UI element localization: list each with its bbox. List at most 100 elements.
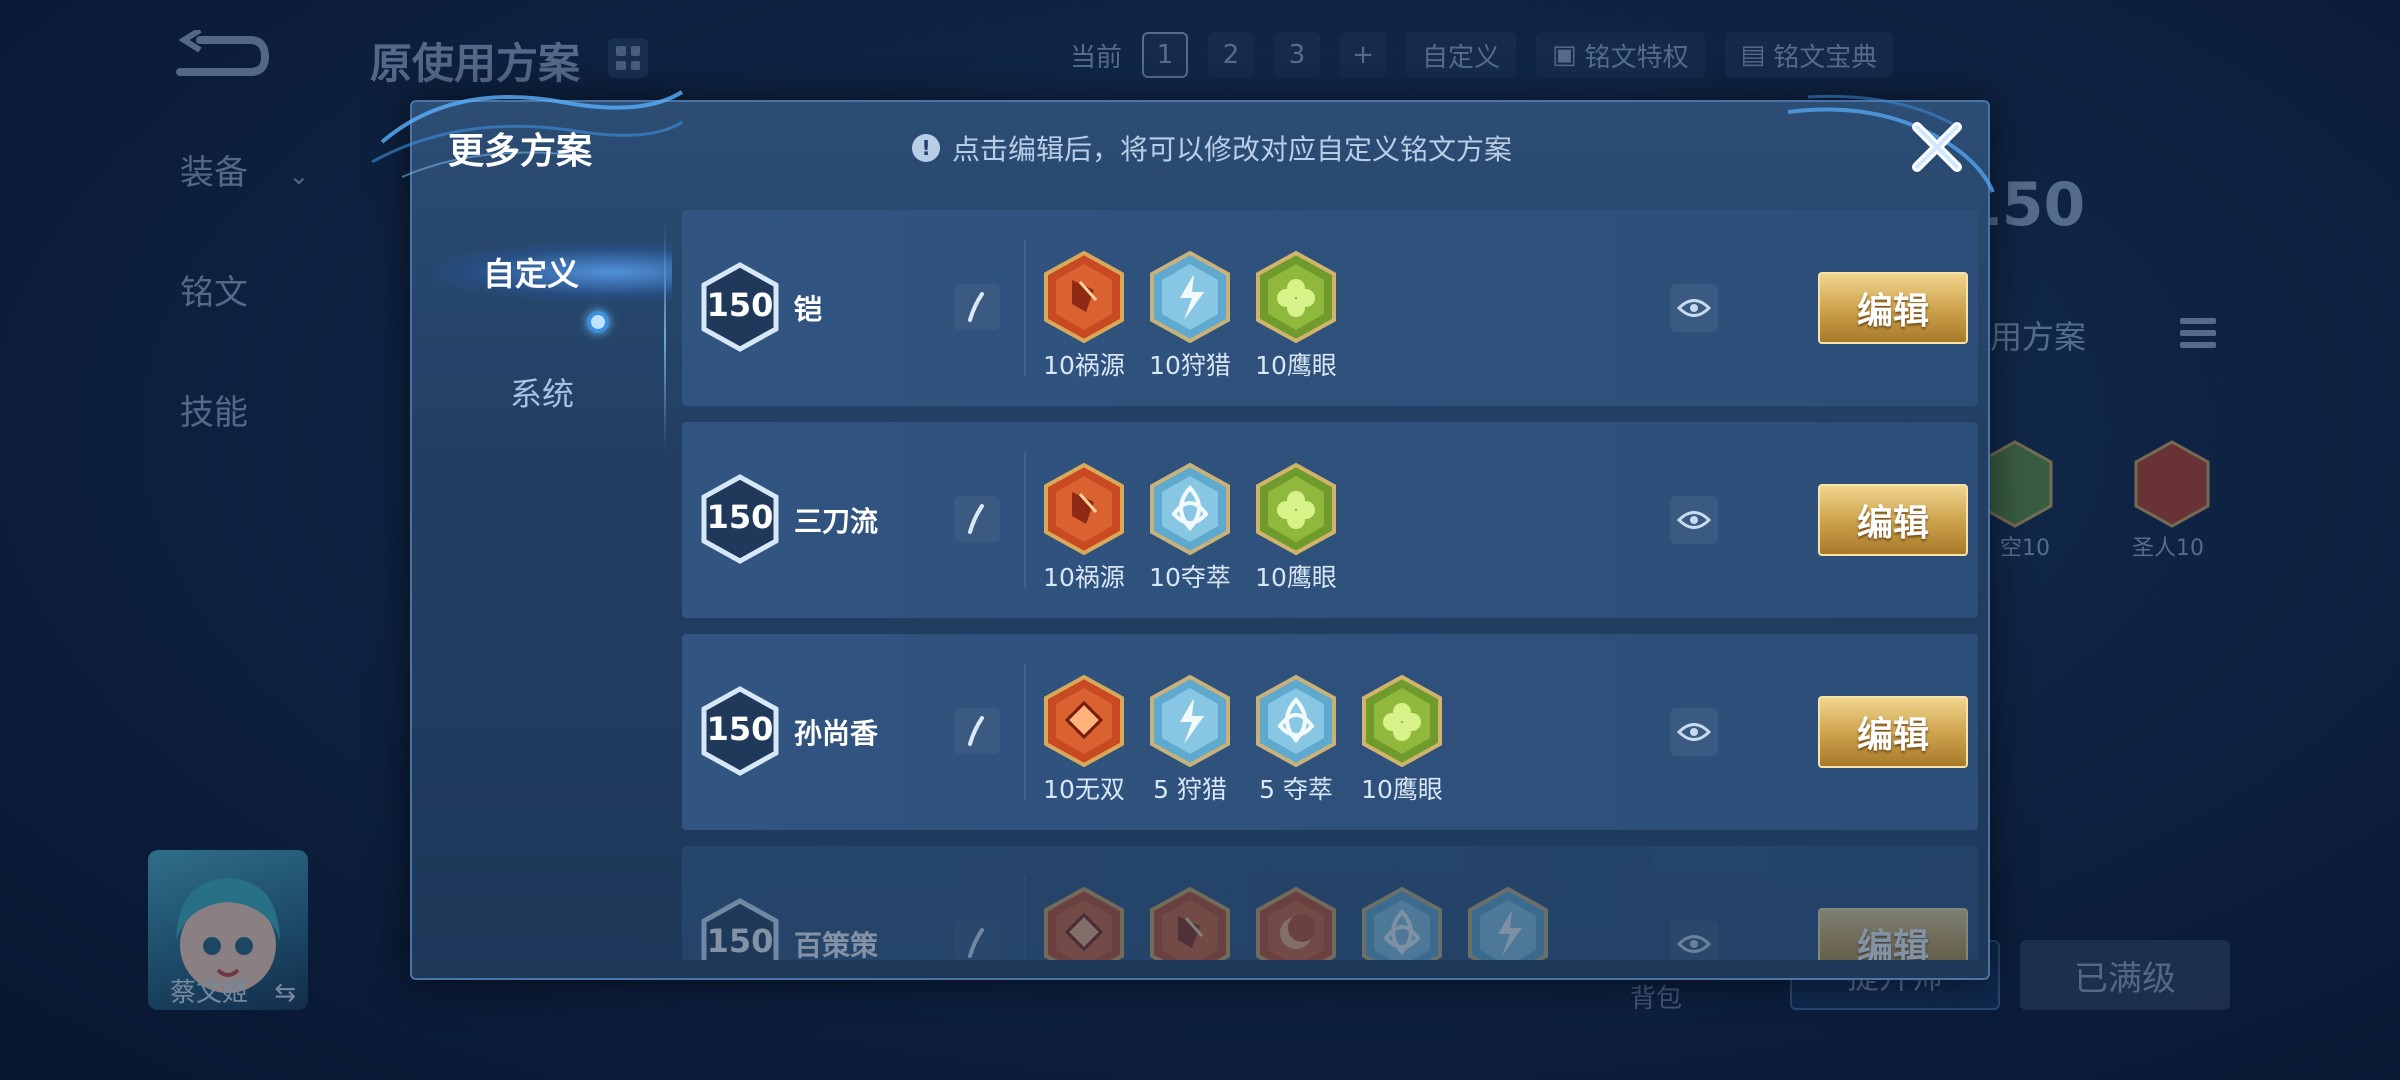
row-divider xyxy=(1024,664,1026,800)
rune-label: 10鹰眼 xyxy=(1255,563,1337,592)
rune-icon xyxy=(1466,886,1550,960)
preview-button[interactable] xyxy=(1670,284,1718,332)
side-item-label: 装备 xyxy=(180,153,248,193)
rune-icon xyxy=(2134,440,2210,528)
rune-item: 5 狩猎 xyxy=(1148,674,1232,806)
rune-icon xyxy=(1254,886,1338,960)
rune-label: 5 狩猎 xyxy=(1153,775,1227,804)
maxed-button[interactable]: 已满级 xyxy=(2020,940,2230,1010)
bg-rune-label: 空10 xyxy=(2000,536,2050,561)
plan-level: 150 xyxy=(706,922,774,960)
preview-button[interactable] xyxy=(1670,496,1718,544)
plan-name: 铠 xyxy=(794,293,823,326)
rune-item: 10祸源 xyxy=(1042,462,1126,594)
plan-row: 150 孙尚香 10无双 5 狩猎 5 夺萃 10鹰眼 编辑 xyxy=(682,634,1978,830)
row-divider xyxy=(1024,876,1026,960)
plan-list[interactable]: 150 铠 10祸源 10狩猎 10鹰眼 编辑 150 三刀流 10祸源 10夺… xyxy=(682,210,1978,960)
hint-text: 点击编辑后，将可以修改对应自定义铭文方案 xyxy=(952,133,1513,166)
plan-row: 150 百策策 编辑 xyxy=(682,846,1978,960)
rune-item xyxy=(1148,886,1232,960)
tab-custom[interactable]: 自定义 xyxy=(412,212,672,333)
guide-icon: ▤ xyxy=(1740,40,1766,70)
preview-button[interactable] xyxy=(1670,708,1718,756)
grid-icon[interactable] xyxy=(608,38,648,78)
add-plan-button[interactable]: + xyxy=(1340,32,1387,78)
rune-label: 10祸源 xyxy=(1043,563,1125,592)
rune-item: 10狩猎 xyxy=(1148,250,1232,382)
swap-icon[interactable]: ⇆ xyxy=(274,978,296,1008)
active-dot-icon xyxy=(587,311,609,333)
modal-hint: ! 点击编辑后，将可以修改对应自定义铭文方案 xyxy=(912,128,1512,168)
plan-tabs: 自定义 系统 xyxy=(412,212,672,452)
rune-label: 10祸源 xyxy=(1043,351,1125,380)
rune-privilege-button[interactable]: ▣ 铭文特权 xyxy=(1536,32,1705,78)
rune-label: 10鹰眼 xyxy=(1361,775,1443,804)
rune-label: 5 夺萃 xyxy=(1259,775,1333,804)
close-icon xyxy=(1912,122,1962,172)
eye-icon xyxy=(1677,511,1711,529)
rune-list: 10祸源 10夺萃 10鹰眼 xyxy=(1042,462,1338,594)
tab-system[interactable]: 系统 xyxy=(412,332,672,452)
back-arrow-icon[interactable] xyxy=(170,30,270,82)
plan-row: 150 铠 10祸源 10狩猎 10鹰眼 编辑 xyxy=(682,210,1978,406)
bag-label: 背包 xyxy=(1630,984,1683,1014)
plan-page-1[interactable]: 1 xyxy=(1142,32,1189,78)
edit-button[interactable]: 编辑 xyxy=(1818,272,1968,344)
plan-page-3[interactable]: 3 xyxy=(1274,32,1321,78)
edit-button[interactable]: 编辑 xyxy=(1818,484,1968,556)
side-item-equipment[interactable]: 装备 ⌄ xyxy=(180,145,309,194)
rename-button[interactable] xyxy=(954,284,1000,330)
rune-list xyxy=(1042,886,1550,960)
eye-icon xyxy=(1677,935,1711,953)
rune-item xyxy=(1360,886,1444,960)
plan-name: 孙尚香 xyxy=(794,717,879,750)
rune-guide-button[interactable]: ▤ 铭文宝典 xyxy=(1724,32,1894,78)
close-button[interactable] xyxy=(1902,112,1972,182)
rune-item: 5 夺萃 xyxy=(1254,674,1338,806)
rune-item: 10鹰眼 xyxy=(1254,250,1338,382)
side-item-skills[interactable]: 技能 xyxy=(180,385,248,434)
rune-item xyxy=(1042,886,1126,960)
rune-item: 10鹰眼 xyxy=(1360,674,1444,806)
plan-level: 150 xyxy=(706,286,774,324)
hero-name: 蔡文姬 ⇆ xyxy=(170,972,296,1009)
tab-label: 自定义 xyxy=(482,255,579,293)
preview-button[interactable] xyxy=(1670,920,1718,960)
side-item-runes[interactable]: 铭文 xyxy=(180,265,248,314)
custom-button[interactable]: 自定义 xyxy=(1406,32,1517,78)
rune-icon xyxy=(1254,462,1338,556)
bg-rune-label: 圣人10 xyxy=(2132,536,2204,561)
pencil-icon xyxy=(968,292,984,322)
rename-button[interactable] xyxy=(954,920,1000,960)
rune-privilege-label: 铭文特权 xyxy=(1584,42,1689,73)
plan-page-nav: 当前 1 2 3 + 自定义 ▣ 铭文特权 ▤ 铭文宝典 xyxy=(1070,32,1894,78)
edit-button[interactable]: 编辑 xyxy=(1818,908,1968,960)
menu-icon[interactable] xyxy=(2180,318,2216,350)
tab-label: 系统 xyxy=(509,375,574,413)
rune-label: 10狩猎 xyxy=(1149,351,1231,380)
rune-item: 10夺萃 xyxy=(1148,462,1232,594)
rune-icon xyxy=(1148,462,1232,556)
rune-list: 10祸源 10狩猎 10鹰眼 xyxy=(1042,250,1338,382)
rune-guide-label: 铭文宝典 xyxy=(1773,42,1878,73)
rename-button[interactable] xyxy=(954,708,1000,754)
rune-icon xyxy=(1042,462,1126,556)
plan-page-2[interactable]: 2 xyxy=(1208,32,1255,78)
edit-button[interactable]: 编辑 xyxy=(1818,696,1968,768)
pencil-icon xyxy=(968,716,984,746)
plan-name: 三刀流 xyxy=(794,505,879,538)
rune-icon xyxy=(1042,250,1126,344)
book-icon: ▣ xyxy=(1552,40,1577,70)
plan-level: 150 xyxy=(706,710,774,748)
eye-icon xyxy=(1677,299,1711,317)
current-label: 当前 xyxy=(1070,42,1123,73)
rune-icon xyxy=(1148,674,1232,768)
modal-title: 更多方案 xyxy=(448,131,593,172)
rune-item: 10鹰眼 xyxy=(1254,462,1338,594)
rune-icon xyxy=(1254,674,1338,768)
rune-label: 10鹰眼 xyxy=(1255,351,1337,380)
rename-button[interactable] xyxy=(954,496,1000,542)
rune-icon xyxy=(1254,250,1338,344)
pencil-icon xyxy=(968,504,984,534)
rune-item xyxy=(1254,886,1338,960)
